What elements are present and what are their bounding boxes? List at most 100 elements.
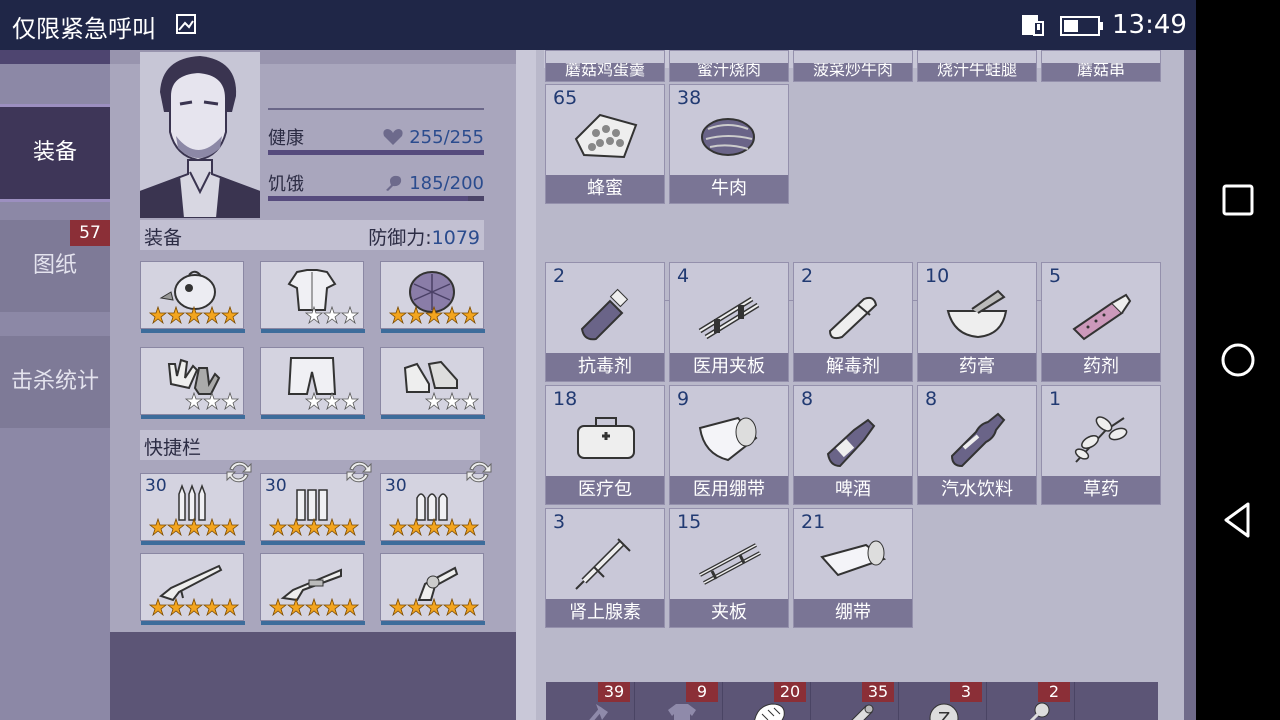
quickbar-slot-rifle[interactable] (140, 553, 245, 625)
item-count: 2 (553, 265, 566, 287)
quickbar-slot-shotgun[interactable] (260, 553, 365, 625)
inventory-item-beef[interactable]: 38 牛肉 (669, 84, 789, 204)
axe-icon (589, 704, 608, 720)
item-name: 烧汁牛蛙腿 (918, 63, 1036, 81)
herb-icon (1074, 416, 1128, 463)
category-tab[interactable]: Z3交易 (900, 682, 987, 720)
inventory-item-medicine[interactable]: 21 绷带 (793, 508, 913, 628)
health-stat: 健康 255/255 (268, 124, 484, 170)
left-tab-column: 装备 图纸 57 击杀统计 (0, 50, 110, 720)
recent-apps-icon[interactable] (1214, 176, 1262, 224)
heart-icon (383, 129, 403, 145)
character-portrait (139, 52, 261, 219)
slot-underline (261, 415, 365, 419)
item-name: 医疗包 (546, 476, 664, 504)
slot-underline (381, 541, 485, 545)
food-item-partial[interactable]: 蘑菇鸡蛋羹 (545, 50, 665, 82)
coin-icon: Z (929, 703, 959, 720)
wood-splint-icon (699, 543, 761, 585)
item-name: 抗毒剂 (546, 353, 664, 381)
bandage-roll-icon (698, 416, 758, 462)
quickbar-header: 快捷栏 (140, 430, 480, 460)
equip-slot-helmet[interactable] (140, 261, 245, 333)
rating-5-stars (269, 518, 359, 536)
category-tab[interactable]: 20食物 (724, 682, 811, 720)
category-tab[interactable]: 2任务 (988, 682, 1075, 720)
item-count: 3 (553, 511, 566, 533)
equip-slot-armor[interactable] (380, 261, 485, 333)
food-item-partial[interactable]: 蘑菇串 (1041, 50, 1161, 82)
rating-5-stars (389, 598, 479, 616)
rating-5-stars (149, 598, 239, 616)
home-icon[interactable] (1214, 336, 1262, 384)
hunger-stat: 饥饿 185/200 (268, 170, 484, 216)
equip-slot-gloves[interactable] (140, 347, 245, 419)
food-item-partial[interactable]: 蜜汁烧肉 (669, 50, 789, 82)
food-item-partial[interactable]: 烧汁牛蛙腿 (917, 50, 1037, 82)
swap-icon[interactable] (462, 455, 496, 489)
rating-5-stars (149, 306, 239, 324)
slot-underline (381, 329, 485, 333)
splint-icon (698, 296, 760, 340)
rating-3-stars (304, 392, 359, 410)
food-item-partial[interactable]: 菠菜炒牛肉 (793, 50, 913, 82)
rating-3-stars (424, 392, 479, 410)
item-count: 15 (677, 511, 702, 533)
inventory-item-medicine[interactable]: 8 汽水饮料 (917, 385, 1037, 505)
inventory-item-medicine[interactable]: 2 抗毒剂 (545, 262, 665, 382)
item-name: 蘑菇鸡蛋羹 (546, 63, 664, 81)
inventory-item-medicine[interactable]: 18 医疗包 (545, 385, 665, 505)
back-icon[interactable] (1214, 496, 1262, 544)
inventory-item-medicine[interactable]: 5 药剂 (1041, 262, 1161, 382)
clock: 13:49 (1112, 10, 1187, 40)
bandage-icon (820, 540, 887, 577)
category-tab[interactable]: 9装备 (636, 682, 723, 720)
swap-icon[interactable] (222, 455, 256, 489)
inventory-item-medicine[interactable]: 9 医用绷带 (669, 385, 789, 505)
inventory-item-medicine[interactable]: 10 药膏 (917, 262, 1037, 382)
defense-label: 防御力: (368, 227, 432, 249)
inventory-item-medicine[interactable]: 3 肾上腺素 (545, 508, 665, 628)
item-count: 8 (801, 388, 814, 410)
slot-underline (261, 621, 365, 625)
tab-blueprints[interactable]: 图纸 57 (0, 220, 110, 312)
rating-5-stars (269, 598, 359, 616)
rating-5-stars (149, 518, 239, 536)
inventory-item-medicine[interactable]: 1 草药 (1041, 385, 1161, 505)
rating-3-stars (184, 392, 239, 410)
inventory-item-medicine[interactable]: 15 夹板 (669, 508, 789, 628)
mortar-icon (946, 289, 1008, 339)
tab-header-decoration (0, 50, 110, 64)
slot-underline (381, 621, 485, 625)
item-name: 药剂 (1042, 353, 1160, 381)
vial-icon (580, 288, 629, 341)
item-name: 肾上腺素 (546, 599, 664, 627)
tab-equipment[interactable]: 装备 (0, 104, 110, 202)
health-bar-fill (268, 150, 484, 155)
item-count: 10 (925, 265, 950, 287)
tab-kill-stats[interactable]: 击杀统计 (0, 336, 110, 428)
equipment-header: 装备 防御力:1079 (140, 220, 484, 250)
category-tab[interactable]: 39武器 (548, 682, 635, 720)
item-count: 18 (553, 388, 578, 410)
inventory-item-honey[interactable]: 65 蜂蜜 (545, 84, 665, 204)
inventory-item-medicine[interactable]: 2 解毒剂 (793, 262, 913, 382)
quickbar-slot-revolver[interactable] (380, 553, 485, 625)
equip-slot-top[interactable] (260, 261, 365, 333)
equip-slot-pants[interactable] (260, 347, 365, 419)
stat-top-divider (268, 108, 484, 110)
image-notification-icon (176, 14, 196, 34)
item-count: 5 (1049, 265, 1062, 287)
inventory-item-medicine[interactable]: 4 医用夹板 (669, 262, 789, 382)
meat-icon (701, 118, 755, 156)
hunger-value: 185/200 (409, 173, 484, 194)
swap-icon[interactable] (342, 455, 376, 489)
inventory-item-medicine[interactable]: 8 啤酒 (793, 385, 913, 505)
hunger-label: 饥饿 (268, 174, 304, 195)
slot-underline (261, 541, 365, 545)
honeycomb-icon (574, 113, 638, 159)
equip-slot-shoes[interactable] (380, 347, 485, 419)
category-tab[interactable]: 35材料 (812, 682, 899, 720)
game-screen: 装备 图纸 57 击杀统计 健康 255/255 饥饿 185/200 装备 防御… (0, 50, 1196, 720)
hunger-bar (268, 196, 484, 201)
